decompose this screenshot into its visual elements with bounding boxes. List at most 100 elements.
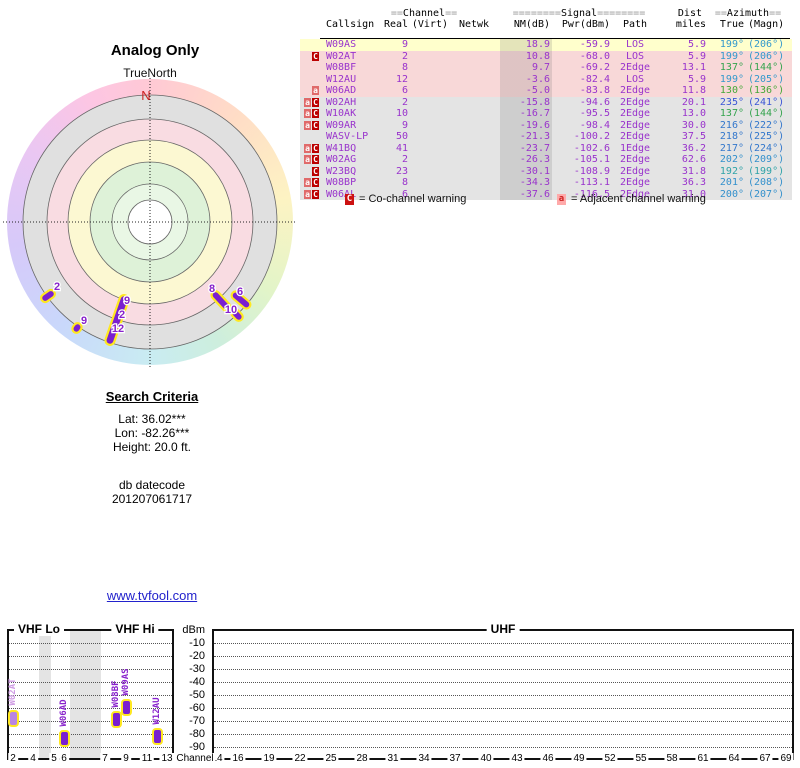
radar-rings-plot: N2992128610: [0, 72, 300, 372]
magnetic-azimuth-cell: (136°): [744, 85, 790, 97]
distance-cell: 13.0: [658, 108, 706, 120]
latitude-line: Lat: 36.02***: [57, 412, 247, 426]
gridline: [214, 656, 792, 657]
magnetic-azimuth-cell: (209°): [744, 154, 790, 166]
path-cell: 2Edge: [612, 177, 658, 189]
warning-badges: C: [300, 167, 320, 176]
table-group-header: ==Channel==: [386, 8, 462, 19]
table-row: aCW09AR9-19.6-98.42Edge30.0216°(222°): [300, 120, 792, 132]
true-azimuth-cell: 216°: [706, 120, 744, 132]
adjacent-channel-badge: a: [557, 194, 566, 205]
callsign-cell: W06AD: [320, 85, 384, 97]
adjacent-channel-legend: a = Adjacent channel warning: [557, 193, 706, 205]
longitude-line: Lon: -82.26***: [57, 426, 247, 440]
radar-marker-label: 9: [81, 315, 87, 327]
pwr-dbm-cell: -95.5: [552, 108, 612, 120]
callsign-cell: W02AH: [320, 97, 384, 109]
table-row: aCW02AG2-26.3-105.12Edge62.6202°(209°): [300, 154, 792, 166]
channel-tick-label: 69: [778, 753, 793, 765]
channel-tick-label: 55: [633, 753, 648, 765]
warning-badges: aC: [300, 121, 320, 130]
channel-tick-label: 64: [726, 753, 741, 765]
pwr-dbm-cell: -82.4: [552, 74, 612, 86]
channel-tick-label: 34: [416, 753, 431, 765]
table-row: W09AS918.9-59.9LOS5.9199°(206°): [300, 39, 792, 51]
y-axis-title: dBm: [160, 625, 205, 636]
true-azimuth-cell: 199°: [706, 74, 744, 86]
true-azimuth-cell: 192°: [706, 166, 744, 178]
north-label: N: [141, 88, 150, 103]
nm-db-cell: -21.3: [500, 131, 552, 143]
co-channel-warning-badge: C: [312, 178, 319, 187]
table-row: aW06AD6-5.0-83.82Edge11.8130°(136°): [300, 85, 792, 97]
warning-badges: C: [300, 52, 320, 61]
dbm-tick-label: -90: [160, 742, 205, 753]
tvfool-link[interactable]: www.tvfool.com: [107, 588, 197, 603]
channel-tick-label: 52: [602, 753, 617, 765]
nm-db-cell: 9.7: [500, 62, 552, 74]
gridline: [9, 682, 172, 683]
real-channel-cell: 9: [384, 39, 408, 51]
true-azimuth-cell: 218°: [706, 131, 744, 143]
distance-cell: 20.1: [658, 97, 706, 109]
table-column-headers: CallsignReal(Virt)NetwkNM(dB)Pwr(dBm)Pat…: [300, 19, 790, 30]
radar-marker-label: 10: [225, 304, 237, 316]
column-header: Path: [612, 19, 658, 30]
band-label: VHF Lo: [14, 623, 64, 636]
gridline: [214, 708, 792, 709]
true-azimuth-cell: 201°: [706, 177, 744, 189]
adjacent-channel-warning-badge: a: [304, 98, 311, 107]
spectrum-marker-label: W02AT: [7, 642, 19, 742]
co-channel-text: = Co-channel warning: [359, 193, 466, 205]
gridline: [9, 708, 172, 709]
height-line: Height: 20.0 ft.: [57, 440, 247, 454]
channel-tick-label: 46: [540, 753, 555, 765]
table-row: W12AU12-3.6-82.4LOS5.9199°(205°): [300, 74, 792, 86]
co-channel-warning-badge: C: [312, 190, 319, 199]
uhf-panel: [212, 629, 794, 760]
distance-cell: 5.9: [658, 39, 706, 51]
table-row: aCW02AH2-15.8-94.62Edge20.1235°(241°): [300, 97, 792, 109]
distance-cell: 62.6: [658, 154, 706, 166]
warning-badges: aC: [300, 190, 320, 199]
table-row: WASV-LP50-21.3-100.22Edge37.5218°(225°): [300, 131, 792, 143]
nm-db-cell: -3.6: [500, 74, 552, 86]
path-cell: 2Edge: [612, 85, 658, 97]
real-channel-cell: 8: [384, 177, 408, 189]
table-row: aCW08BP8-34.3-113.12Edge36.3201°(208°): [300, 177, 792, 189]
pwr-dbm-cell: -113.1: [552, 177, 612, 189]
path-cell: 2Edge: [612, 166, 658, 178]
adjacent-channel-warning-badge: a: [304, 109, 311, 118]
nm-db-cell: -26.3: [500, 154, 552, 166]
path-cell: 2Edge: [612, 97, 658, 109]
search-criteria-title: Search Criteria: [57, 390, 247, 404]
callsign-cell: W09AR: [320, 120, 384, 132]
callsign-cell: W12AU: [320, 74, 384, 86]
callsign-cell: WASV-LP: [320, 131, 384, 143]
dbm-tick-label: -60: [160, 703, 205, 714]
nm-db-cell: -34.3: [500, 177, 552, 189]
gridline: [9, 656, 172, 657]
radar-marker-label: 2: [54, 281, 60, 293]
warning-badges: aC: [300, 155, 320, 164]
magnetic-azimuth-cell: (144°): [744, 108, 790, 120]
column-header: Real: [384, 19, 408, 30]
nm-db-cell: -16.7: [500, 108, 552, 120]
gridline: [214, 734, 792, 735]
magnetic-azimuth-cell: (207°): [744, 189, 790, 201]
radar-marker-label: 9: [124, 295, 130, 307]
channel-tick-label: 2: [8, 753, 18, 765]
magnetic-azimuth-cell: (241°): [744, 97, 790, 109]
channel-tick-label: 16: [230, 753, 245, 765]
real-channel-cell: 9: [384, 120, 408, 132]
table-row: CW23BQ23-30.1-108.92Edge31.8192°(199°): [300, 166, 792, 178]
warning-badges: aC: [300, 144, 320, 153]
table-group-header: Dist: [658, 8, 702, 19]
pwr-dbm-cell: -69.2: [552, 62, 612, 74]
warning-badges: aC: [300, 98, 320, 107]
warning-badges: a: [300, 86, 320, 95]
radar-marker-label: 6: [237, 286, 243, 298]
gridline: [214, 669, 792, 670]
channel-tick-label: 31: [385, 753, 400, 765]
co-channel-warning-badge: C: [312, 167, 319, 176]
